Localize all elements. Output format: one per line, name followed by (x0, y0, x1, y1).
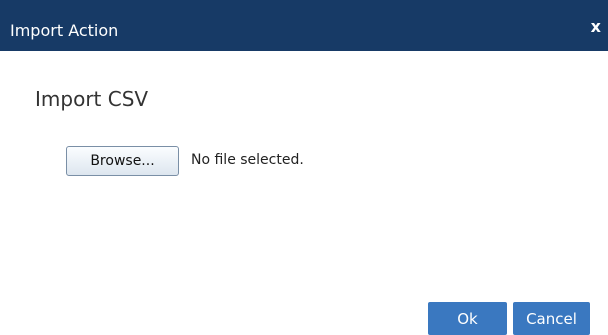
close-button[interactable]: x (591, 17, 601, 37)
ok-button[interactable]: Ok (428, 302, 507, 335)
import-action-dialog: Import Action x Import CSV Browse... No … (0, 0, 608, 335)
cancel-button[interactable]: Cancel (513, 302, 590, 335)
browse-button[interactable]: Browse... (66, 146, 179, 176)
dialog-titlebar: Import Action x (0, 0, 608, 51)
file-status-text: No file selected. (191, 152, 304, 168)
import-csv-heading: Import CSV (35, 87, 149, 111)
dialog-title: Import Action (10, 21, 119, 40)
